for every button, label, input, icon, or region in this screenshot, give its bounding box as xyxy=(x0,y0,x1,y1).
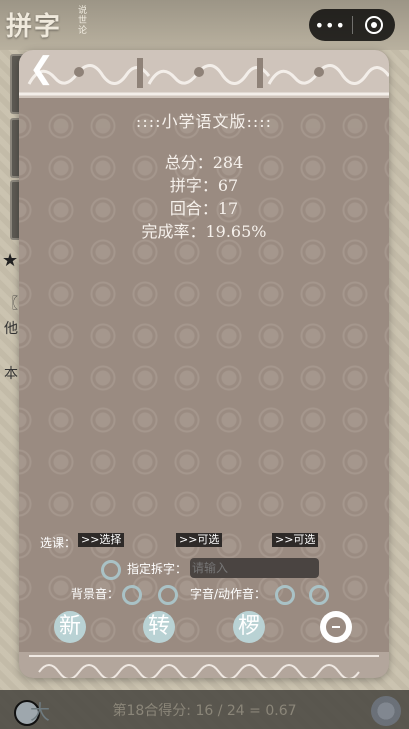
dialog-pattern xyxy=(19,50,389,678)
specify-label: 指定拆字： xyxy=(127,562,188,576)
total-score: 总分：284 xyxy=(164,153,244,172)
game-subtitle: 说世论 xyxy=(78,6,88,36)
speaker-icon[interactable] xyxy=(371,696,401,726)
bg-text-2: 他 xyxy=(4,321,18,337)
bgm-toggle-1[interactable] xyxy=(122,585,142,605)
ornament-border-top xyxy=(19,50,389,98)
fx-label: 字音/动作音： xyxy=(190,587,267,601)
close-miniprogram-button[interactable] xyxy=(353,16,396,34)
bg-text-3: 本 xyxy=(4,366,18,382)
miniprogram-capsule: ••• xyxy=(309,9,395,41)
ornament-border-bottom xyxy=(19,652,389,678)
bgm-label: 背景音： xyxy=(71,587,120,601)
fx-toggle-1[interactable] xyxy=(275,585,295,605)
more-button[interactable]: ••• xyxy=(309,16,352,35)
specify-toggle[interactable] xyxy=(101,560,121,580)
bottom-left-char: 大 xyxy=(30,700,50,724)
dialog-title: ::::小学语文版:::: xyxy=(135,112,273,131)
hint-button[interactable]: 椤 xyxy=(233,611,265,643)
lesson-label: 选课： xyxy=(40,536,77,550)
target-icon xyxy=(364,16,383,34)
switch-button[interactable]: 转 xyxy=(143,611,175,643)
fx-toggle-2[interactable] xyxy=(309,585,329,605)
round-count: 回合：17 xyxy=(169,199,239,218)
lesson-select-1[interactable]: >>选择 xyxy=(78,533,125,547)
score-text: 第18合得分: 16 / 24 = 0.67 xyxy=(112,702,297,719)
completion-rate: 完成率：19.65% xyxy=(141,222,267,241)
specify-input[interactable] xyxy=(190,558,319,578)
pinzi-count: 拼字：67 xyxy=(169,176,239,195)
star-icon: ★ xyxy=(2,250,19,271)
stats-block: 总分：284 拼字：67 回合：17 完成率：19.65% xyxy=(19,151,389,243)
bgm-toggle-2[interactable] xyxy=(158,585,178,605)
game-title: 拼字 xyxy=(6,12,63,42)
stats-dialog: ❮ ::::小学语文版:::: 总分：284 拼字：67 回合：17 完成率：1… xyxy=(19,50,389,678)
lesson-select-3[interactable]: >>可选 xyxy=(272,533,319,547)
bg-text-1: 〖 xyxy=(4,296,18,312)
chat-button[interactable] xyxy=(320,611,352,643)
chat-icon xyxy=(326,617,346,637)
new-game-button[interactable]: 新 xyxy=(54,611,86,643)
lesson-select-2[interactable]: >>可选 xyxy=(176,533,223,547)
lesson-row: 选课： >>选择 >>可选 >>可选 xyxy=(40,533,380,551)
back-button[interactable]: ❮ xyxy=(29,54,54,88)
